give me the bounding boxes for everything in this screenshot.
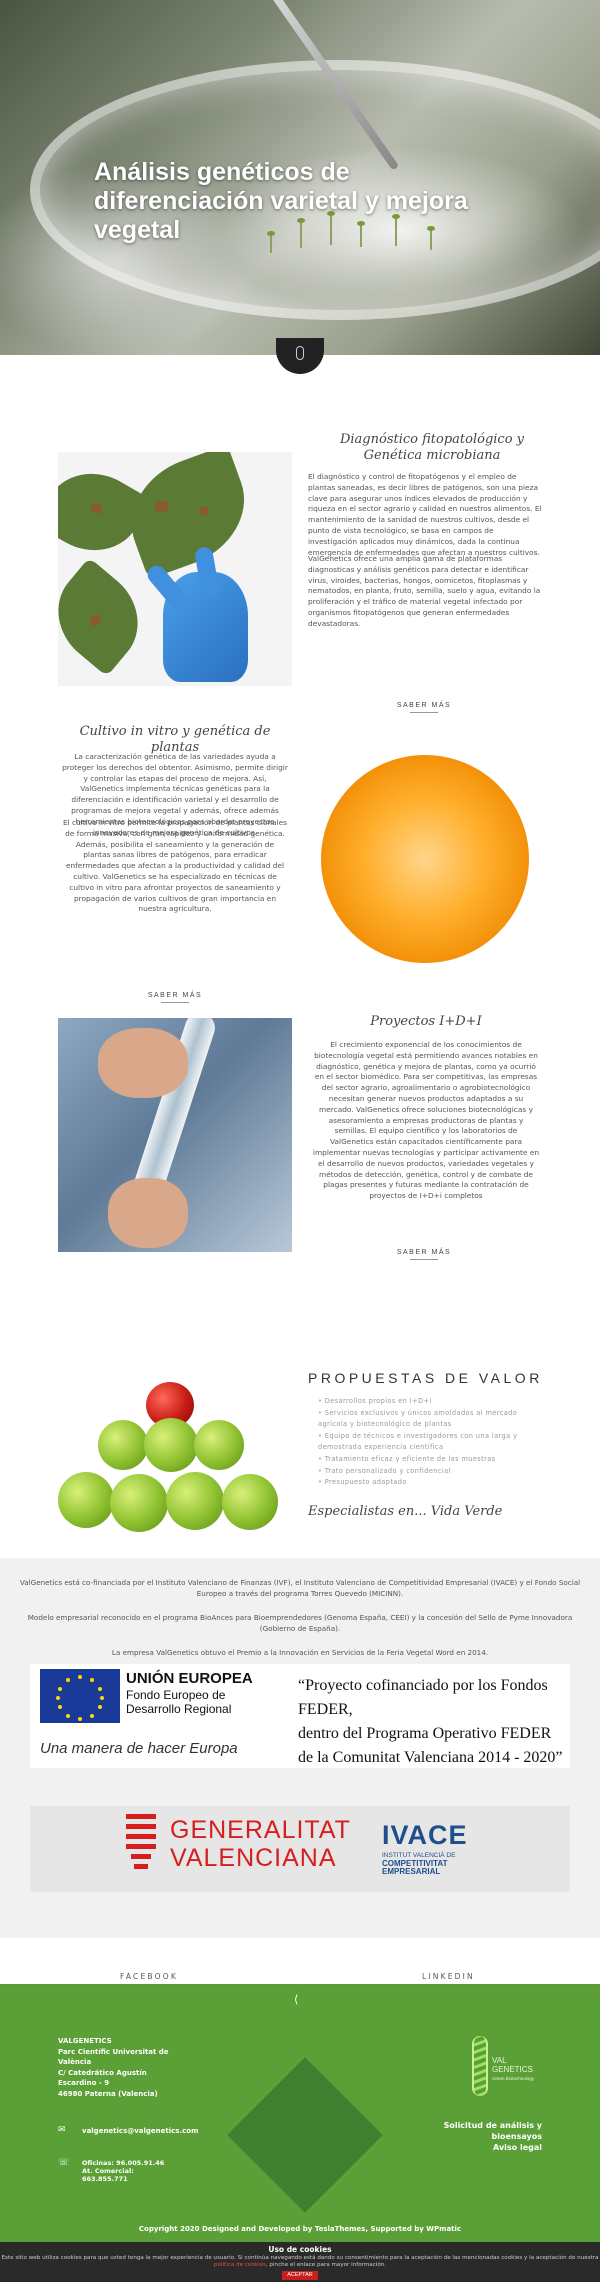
footer-phones: Oficinas: 96.005.91.46 At. Comercial: 66… bbox=[82, 2159, 165, 2183]
section-text: El diagnóstico y control de fitopatógeno… bbox=[308, 472, 542, 557]
section-title-fitopatologico: Diagnóstico fitopatológico y Genética mi… bbox=[339, 432, 525, 463]
social-strip: FACEBOOK LINKEDIN bbox=[0, 1970, 600, 1984]
financing-text: La empresa ValGenetics obtuvo el Premio … bbox=[111, 1648, 489, 1657]
eu-flag-icon bbox=[40, 1669, 120, 1723]
apples-image bbox=[58, 1376, 292, 1536]
section-text: El cultivo in vitro permite la propagaci… bbox=[62, 818, 288, 914]
green-apple bbox=[144, 1418, 198, 1472]
green-apple bbox=[58, 1472, 114, 1528]
facebook-link[interactable]: FACEBOOK bbox=[120, 1972, 178, 1981]
aviso-legal-link[interactable]: Aviso legal bbox=[493, 2143, 542, 2152]
green-apple bbox=[98, 1420, 148, 1470]
solicitud-analisis-link[interactable]: Solicitud de análisis y bioensayos bbox=[444, 2121, 542, 2141]
orange-slice bbox=[321, 755, 529, 963]
green-apple bbox=[194, 1420, 244, 1470]
plant-diagnosis-image bbox=[58, 452, 292, 686]
mouse-icon bbox=[296, 346, 304, 360]
green-apple bbox=[110, 1474, 168, 1532]
list-item: Trato personalizado y confidencial bbox=[318, 1466, 548, 1478]
ivace-logo: IVACE bbox=[382, 1820, 468, 1850]
phone-icon: ☏ bbox=[58, 2158, 70, 2168]
green-apple bbox=[222, 1474, 278, 1530]
list-item: Tratamiento eficaz y eficiente de las mu… bbox=[318, 1454, 548, 1466]
cookie-policy-link[interactable]: política de cookies bbox=[214, 2262, 266, 2268]
scroll-down-button[interactable] bbox=[276, 338, 324, 374]
gva-ivace-banner: GENERALITAT VALENCIANA IVACE INSTITUT VA… bbox=[30, 1806, 570, 1892]
feder-quote: “Proyecto cofinanciado por los Fondos FE… bbox=[298, 1677, 563, 1766]
propuestas-title: PROPUESTAS DE VALOR bbox=[308, 1370, 543, 1386]
list-item: Equipo de técnicos e investigadores con … bbox=[318, 1431, 548, 1454]
saber-mas-link[interactable]: SABER MÁS bbox=[135, 992, 215, 1003]
valgenetics-logo: VAL GENETICS Green Biotechnology bbox=[468, 2036, 548, 2096]
gva-name: GENERALITAT VALENCIANA bbox=[170, 1816, 351, 1872]
propuestas-list: Desarrollos propios en I+D+i Servicios e… bbox=[318, 1396, 548, 1489]
hand bbox=[108, 1178, 188, 1248]
section-title-idi: Proyectos I+D+I bbox=[370, 1014, 482, 1029]
footer-address: VALGENETICS Parc Científic Universitat d… bbox=[58, 2037, 169, 2098]
cookie-bar: Uso de cookies Este sitio web utiliza co… bbox=[0, 2242, 600, 2282]
propuestas-tagline: Especialistas en... Vida Verde bbox=[308, 1504, 503, 1519]
financing-text: ValGenetics está co-financiada por el In… bbox=[19, 1578, 581, 1598]
hero-title: Análisis genéticos de diferenciación var… bbox=[94, 158, 468, 244]
lab-tube-image bbox=[58, 1018, 292, 1252]
list-item: Desarrollos propios en I+D+i bbox=[318, 1396, 548, 1408]
accept-cookies-button[interactable]: ACEPTAR bbox=[282, 2271, 318, 2280]
financing-text: Modelo empresarial reconocido en el prog… bbox=[27, 1613, 573, 1633]
eu-name: UNIÓN EUROPEA bbox=[126, 1670, 253, 1687]
footer-email-link[interactable]: valgenetics@valgenetics.com bbox=[82, 2126, 198, 2137]
leaf bbox=[58, 557, 159, 677]
footer-links: Solicitud de análisis y bioensayos Aviso … bbox=[420, 2120, 542, 2153]
cookie-title: Uso de cookies bbox=[268, 2245, 332, 2254]
saber-mas-link[interactable]: SABER MÁS bbox=[384, 1249, 464, 1260]
orange-slice-image bbox=[308, 742, 542, 976]
eu-motto: Una manera de hacer Europa bbox=[40, 1740, 238, 1757]
gva-logo-icon bbox=[126, 1814, 156, 1884]
envelope-icon: ✉ bbox=[58, 2125, 66, 2135]
ivace-subtitle: INSTITUT VALENCIÀ DE COMPETITIVITAT EMPR… bbox=[382, 1852, 456, 1876]
green-apple bbox=[166, 1472, 224, 1530]
copyright: Copyright 2020 Designed and Developed by… bbox=[138, 2225, 462, 2233]
section-text: ValGenetics ofrece una amplia gama de pl… bbox=[308, 554, 541, 628]
share-icon: ⟨ bbox=[294, 1993, 299, 2006]
saber-mas-link[interactable]: SABER MÁS bbox=[384, 702, 464, 713]
section-text: El crecimiento exponencial de los conoci… bbox=[312, 1040, 540, 1201]
list-item: Presupuesto adaptado bbox=[318, 1477, 548, 1489]
eu-fund: Fondo Europeo de Desarrollo Regional bbox=[126, 1688, 232, 1716]
hero-banner: Análisis genéticos de diferenciación var… bbox=[0, 0, 600, 355]
dna-helix-icon bbox=[472, 2036, 488, 2096]
linkedin-link[interactable]: LINKEDIN bbox=[422, 1972, 475, 1981]
hand bbox=[98, 1028, 188, 1098]
list-item: Servicios exclusivos y únicos amoldados … bbox=[318, 1408, 548, 1431]
cookie-text: Este sitio web utiliza cookies para que … bbox=[1, 2255, 599, 2268]
feder-banner: UNIÓN EUROPEA Fondo Europeo de Desarroll… bbox=[30, 1664, 570, 1768]
